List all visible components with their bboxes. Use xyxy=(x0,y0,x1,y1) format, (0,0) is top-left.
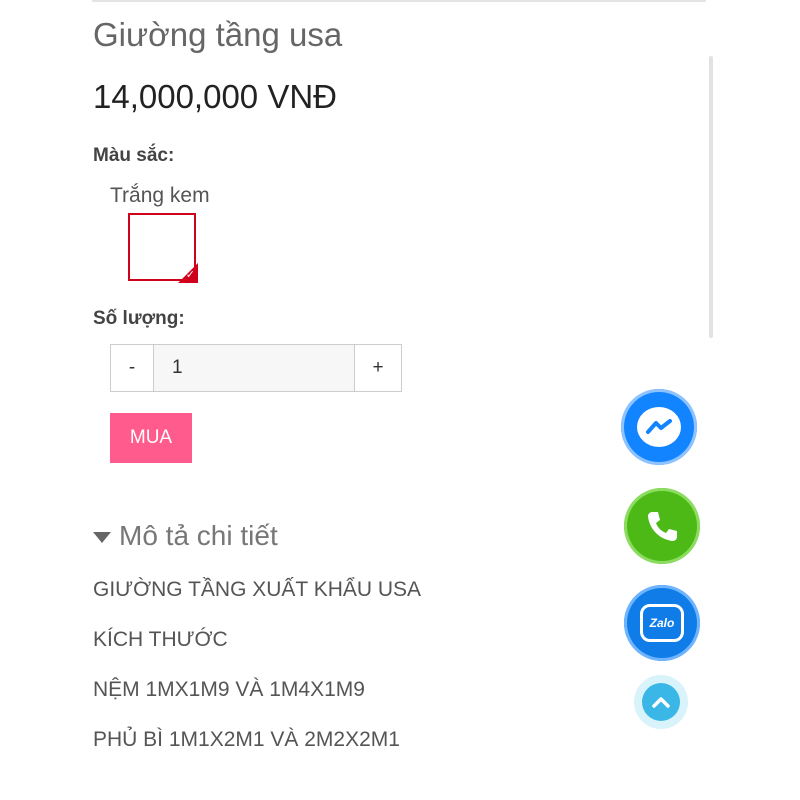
call-button[interactable] xyxy=(624,488,700,564)
checkmark-icon: ✓ xyxy=(185,268,195,281)
product-title: Giường tầng usa xyxy=(93,16,343,53)
quantity-decrease-button[interactable]: - xyxy=(111,345,154,391)
quantity-input[interactable]: 1 xyxy=(154,345,354,391)
page-scrollbar[interactable] xyxy=(709,56,713,338)
color-option-name: Trắng kem xyxy=(110,184,210,207)
buy-button[interactable]: MUA xyxy=(110,413,192,463)
back-to-top-button[interactable] xyxy=(634,675,688,729)
product-price: 14,000,000 VNĐ xyxy=(93,78,338,115)
description-line: NỆM 1MX1M9 VÀ 1M4X1M9 xyxy=(93,678,365,701)
description-line: PHỦ BÌ 1M1X2M1 VÀ 2M2X2M1 xyxy=(93,728,400,751)
quantity-stepper: - 1 + xyxy=(110,344,402,392)
zalo-logo-text: Zalo xyxy=(649,616,675,630)
messenger-icon xyxy=(637,407,681,447)
description-title: Mô tả chi tiết xyxy=(119,520,278,551)
zalo-button[interactable]: Zalo xyxy=(624,585,700,661)
color-label: Màu sắc: xyxy=(93,145,175,166)
quantity-label: Số lượng: xyxy=(93,308,185,329)
phone-icon xyxy=(648,512,677,541)
zalo-icon: Zalo xyxy=(640,604,684,642)
chevron-up-icon xyxy=(642,683,680,721)
description-line: KÍCH THƯỚC xyxy=(93,628,228,651)
caret-down-icon xyxy=(93,531,111,543)
messenger-button[interactable] xyxy=(621,389,697,465)
description-toggle[interactable]: Mô tả chi tiết xyxy=(93,520,278,552)
description-line: GIƯỜNG TẦNG XUẤT KHẨU USA xyxy=(93,578,422,601)
color-swatch-selected[interactable]: ✓ xyxy=(128,213,198,283)
top-divider xyxy=(92,0,706,2)
quantity-increase-button[interactable]: + xyxy=(354,345,401,391)
